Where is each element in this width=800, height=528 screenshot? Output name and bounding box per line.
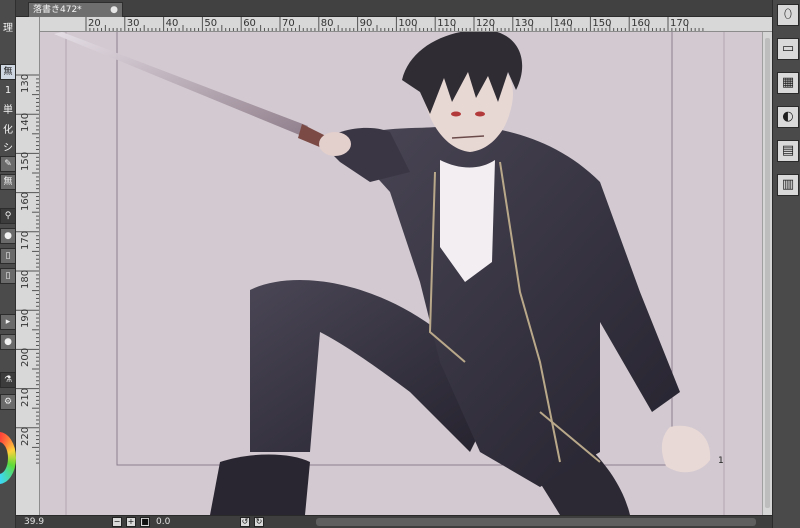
vertical-scrollbar[interactable] xyxy=(762,32,772,515)
eyedropper-icon[interactable]: ⚗ xyxy=(0,372,16,388)
zoom-in-icon[interactable]: + xyxy=(126,517,136,527)
document-tab-title: 落書き472* xyxy=(33,5,82,15)
drawing-canvas[interactable]: 1 xyxy=(40,32,772,515)
ruler-label-h: 30 xyxy=(126,18,140,29)
layer-add-icon[interactable]: ▤ xyxy=(777,140,799,162)
fit-icon[interactable]: ■ xyxy=(140,517,150,527)
document-tab-bar: 落書き472* ● xyxy=(16,0,772,17)
ruler-label-h: 160 xyxy=(631,18,651,29)
illustration xyxy=(54,32,725,515)
sword-blade xyxy=(54,32,308,136)
magnifier-icon[interactable]: ⚲ xyxy=(0,208,16,224)
ruler-label-h: 150 xyxy=(592,18,612,29)
ruler-label-v: 220 xyxy=(20,426,31,446)
ruler-label-h: 120 xyxy=(476,18,496,29)
option-button-none[interactable]: 無し xyxy=(0,64,16,80)
ruler-label-h: 70 xyxy=(282,18,295,29)
ruler-label-v: 160 xyxy=(20,191,31,211)
figure-boot xyxy=(210,454,310,515)
zoom-value[interactable]: 39.9 xyxy=(24,516,44,528)
angle-value[interactable]: 0.0 xyxy=(156,516,170,528)
ruler-label-h: 50 xyxy=(204,18,218,29)
page-number: 1 xyxy=(718,456,724,466)
rotate-left-icon[interactable]: ↺ xyxy=(240,517,250,527)
paint-app-window: 理 無し 1彩 単 化 シュ ✎ 無し ⚲ ● ▯ ▯ ▸ ● ⚗ ⚙ 落書き4… xyxy=(0,0,800,528)
ruler-label-v: 170 xyxy=(20,230,31,250)
figure-eye-right xyxy=(475,111,485,117)
mic-icon[interactable]: ● xyxy=(0,228,16,244)
color-wheel[interactable] xyxy=(0,432,16,484)
ruler-label-v: 140 xyxy=(20,113,31,133)
ruler-label-v: 210 xyxy=(20,387,31,407)
zoom-out-icon[interactable]: − xyxy=(112,517,122,527)
panel-label-2: 1彩 xyxy=(4,85,12,96)
ruler-label-v: 130 xyxy=(20,73,31,93)
figure-eye-left xyxy=(451,111,461,117)
folder-icon[interactable]: ▭ xyxy=(777,38,799,60)
panel-label-5: シュ xyxy=(3,143,13,154)
slider-icon[interactable]: ▯ xyxy=(0,248,16,264)
ruler-label-h: 90 xyxy=(359,18,373,29)
option-button-none-2[interactable]: 無し xyxy=(0,174,16,190)
slider-icon-2[interactable]: ▯ xyxy=(0,268,16,284)
panel-label-4: 化 xyxy=(3,125,13,136)
vertical-ruler: 130 140 150 160 170 180 190 200 210 220 xyxy=(16,17,40,515)
ruler-label-h: 170 xyxy=(670,18,690,29)
new-layer-icon[interactable]: ⬯ xyxy=(777,4,799,26)
ruler-label-v: 200 xyxy=(20,348,31,368)
ruler-label-h: 140 xyxy=(553,18,573,29)
ruler-label-h: 80 xyxy=(320,18,334,29)
tool-property-panel: 理 無し 1彩 単 化 シュ ✎ 無し ⚲ ● ▯ ▯ ▸ ● ⚗ ⚙ xyxy=(0,0,16,528)
ruler-label-h: 20 xyxy=(88,18,101,29)
layer-palette: ⬯ ▭ ▦ ◐ ▤ ▥ xyxy=(772,0,800,528)
pen-icon[interactable]: ✎ xyxy=(0,156,16,172)
ruler-label-v: 180 xyxy=(20,269,31,289)
rotate-right-icon[interactable]: ↻ xyxy=(254,517,264,527)
settings-icon[interactable]: ⚙ xyxy=(0,394,16,410)
ruler-label-h: 110 xyxy=(437,18,457,29)
ruler-label-h: 60 xyxy=(243,18,256,29)
close-icon[interactable]: ● xyxy=(110,4,118,16)
figure-hand xyxy=(661,425,711,473)
ruler-label-h: 100 xyxy=(398,18,418,29)
checkerboard-icon[interactable]: ▦ xyxy=(777,72,799,94)
status-bar: 39.9 − + ■ 0.0 ↺ ↻ xyxy=(16,515,772,528)
document-tab[interactable]: 落書き472* ● xyxy=(28,2,123,17)
ruler-label-v: 150 xyxy=(20,152,31,172)
ruler-label-v: 190 xyxy=(20,309,31,329)
play-icon[interactable]: ▸ xyxy=(0,314,16,330)
panel-label-1: 理 xyxy=(3,23,13,34)
mask-icon[interactable]: ◐ xyxy=(777,106,799,128)
horizontal-ruler: 20 30 40 50 60 70 80 90 100 110 120 130 140 150 160 170 xyxy=(40,17,772,32)
horizontal-scrollbar[interactable] xyxy=(316,518,756,526)
layer-settings-icon[interactable]: ▥ xyxy=(777,174,799,196)
figure-hand-sword xyxy=(319,132,351,156)
panel-label-3: 単 xyxy=(3,105,13,116)
ruler-label-h: 130 xyxy=(514,18,534,29)
ruler-label-h: 40 xyxy=(165,18,179,29)
mic-icon-2[interactable]: ● xyxy=(0,334,16,350)
vertical-scrollbar-thumb[interactable] xyxy=(765,38,770,508)
